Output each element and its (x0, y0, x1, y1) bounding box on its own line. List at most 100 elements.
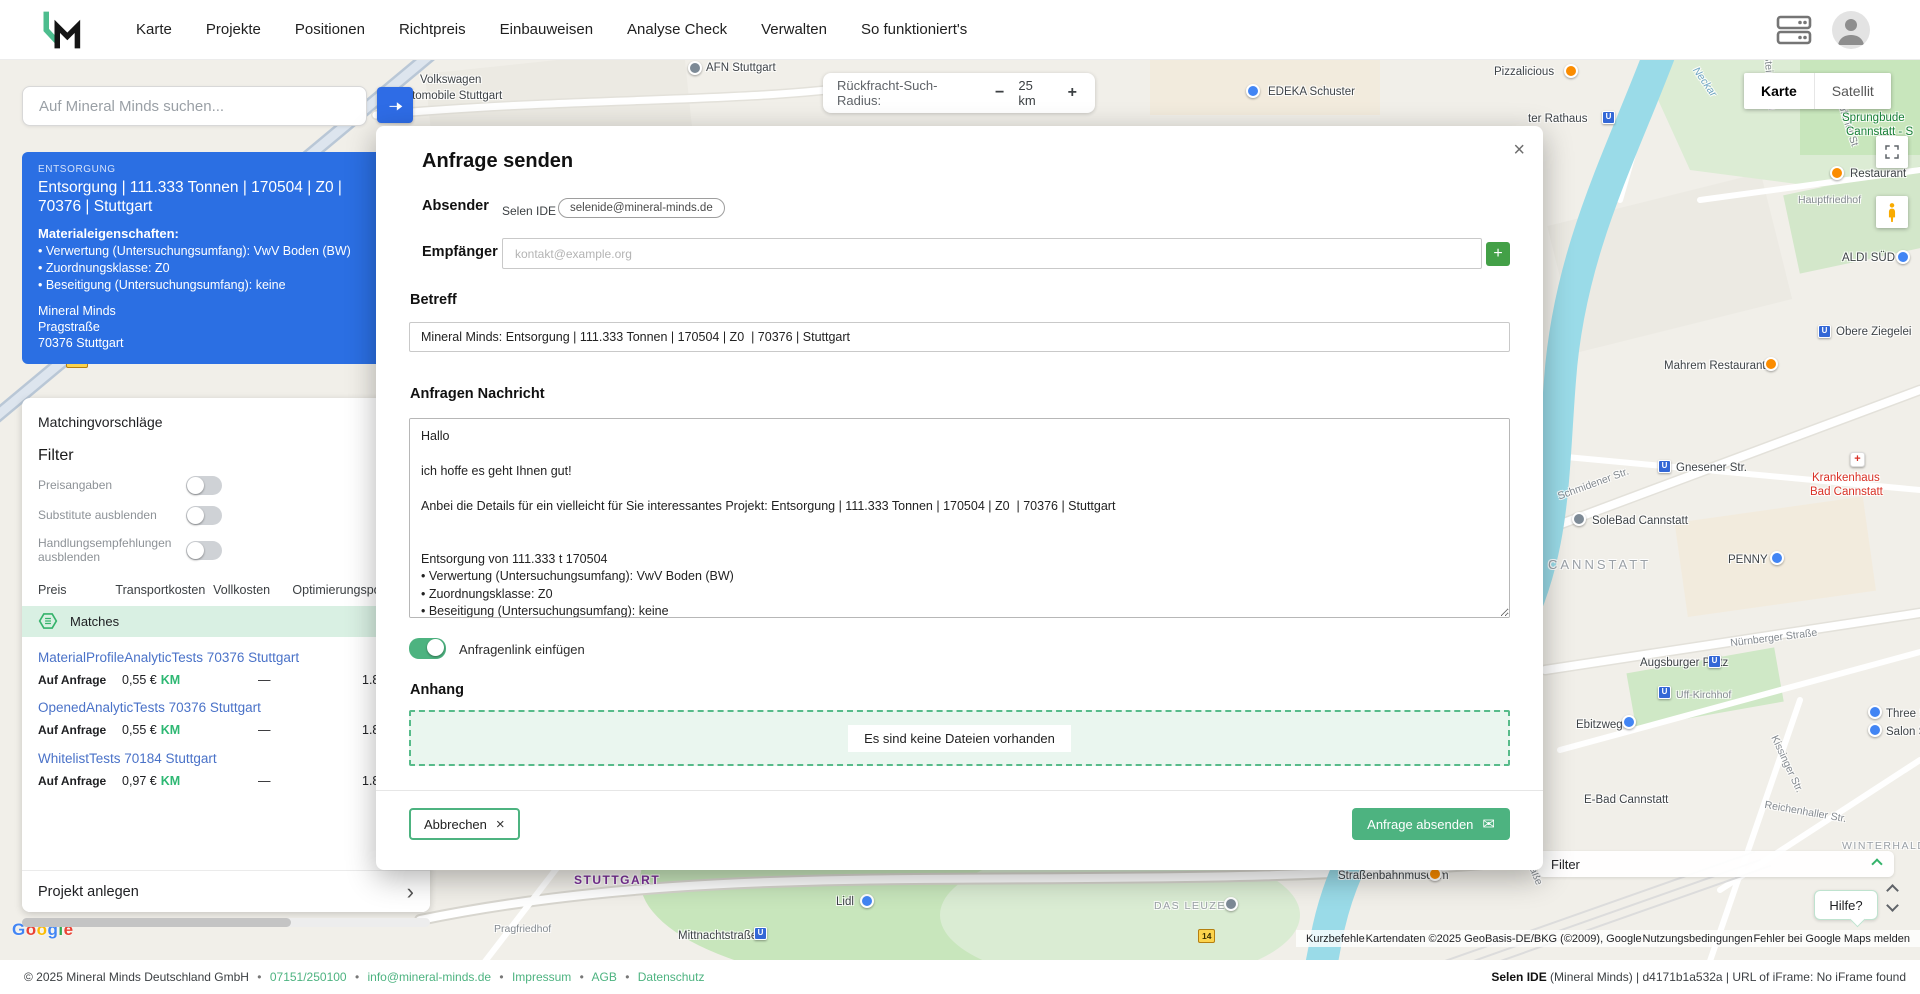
message-label: Anfragen Nachricht (410, 386, 545, 402)
envelope-icon: ✉ (1482, 815, 1495, 833)
toggle-handlungsempfehlungen[interactable] (186, 541, 222, 560)
request-link-toggle-label: Anfragenlink einfügen (459, 642, 585, 657)
map-type-karte[interactable]: Karte (1744, 73, 1814, 109)
help-button[interactable]: Hilfe? (1814, 890, 1878, 920)
request-link-toggle[interactable] (409, 638, 446, 659)
fullscreen-icon (1883, 143, 1901, 161)
cancel-label: Abbrechen (424, 817, 487, 832)
directions-button[interactable] (377, 87, 413, 123)
server-list-icon[interactable] (1774, 15, 1814, 45)
nav-item-positionen[interactable]: Positionen (295, 21, 365, 38)
footer-datenschutz-link[interactable]: Datenschutz (638, 970, 705, 984)
message-textarea[interactable]: Hallo ich hoffe es geht Ihnen gut! Anbei… (409, 418, 1510, 618)
match-row: Auf Anfrage 0,97 €KM — 1.808 (38, 774, 414, 788)
radius-value: 25 km (1018, 78, 1053, 108)
filter-heading: Filter (38, 447, 414, 465)
search-input[interactable] (23, 87, 366, 125)
attribution-kurzbefehle[interactable]: Kurzbefehle (1306, 933, 1365, 945)
match-vollkosten: — (228, 774, 314, 788)
match-price: Auf Anfrage (38, 723, 122, 737)
nav-item-so-funktionierts[interactable]: So funktioniert's (861, 21, 967, 38)
subject-input[interactable] (409, 322, 1510, 352)
toggle-preisangaben[interactable] (186, 476, 222, 495)
match-link[interactable]: OpenedAnalyticTests 70376 Stuttgart (38, 700, 414, 715)
toggle-substitute[interactable] (186, 506, 222, 525)
radius-decrease-button[interactable]: − (991, 84, 1008, 102)
company-city: 70376 Stuttgart (38, 336, 414, 350)
company-street: Pragstraße (38, 320, 414, 334)
nav-item-verwalten[interactable]: Verwalten (761, 21, 827, 38)
transport-unit: KM (161, 673, 180, 687)
attachment-dropzone[interactable]: Es sind keine Dateien vorhanden (409, 710, 1510, 766)
project-title: Entsorgung | 111.333 Tonnen | 170504 | Z… (38, 178, 414, 217)
match-row: Auf Anfrage 0,55 €KM — 1.855 (38, 723, 414, 737)
mineral-minds-logo[interactable] (38, 8, 82, 52)
sender-email-chip: selenide@mineral-minds.de (558, 198, 725, 218)
chevron-right-icon: › (407, 881, 414, 903)
add-recipient-button[interactable]: + (1486, 242, 1510, 266)
subject-label: Betreff (410, 292, 457, 308)
nav-item-richtpreis[interactable]: Richtpreis (399, 21, 466, 38)
map-filter-drawer-handle[interactable]: Filter (1538, 851, 1894, 877)
attachment-label: Anhang (410, 682, 464, 698)
radius-increase-button[interactable]: + (1064, 84, 1081, 102)
send-request-button[interactable]: Anfrage absenden ✉ (1352, 808, 1510, 840)
top-navigation: Karte Projekte Positionen Richtpreis Ein… (0, 0, 1920, 60)
footer-agb-link[interactable]: AGB (592, 970, 617, 984)
panel-horizontal-scrollbar-thumb[interactable] (22, 918, 291, 927)
cancel-button[interactable]: Abbrechen × (409, 808, 520, 840)
attribution-fehler-melden[interactable]: Fehler bei Google Maps melden (1753, 933, 1910, 945)
nav-item-analyse-check[interactable]: Analyse Check (627, 21, 727, 38)
project-type-tag: ENTSORGUNG (38, 164, 414, 175)
nav-item-einbauweisen[interactable]: Einbauweisen (500, 21, 593, 38)
match-transport: 0,97 €KM (122, 774, 228, 788)
session-details: (Mineral Minds) | d4171b1a532a | URL of … (1547, 970, 1906, 984)
toggle-label-preisangaben: Preisangaben (38, 478, 186, 492)
match-link[interactable]: WhitelistTests 70184 Stuttgart (38, 751, 414, 766)
match-price: Auf Anfrage (38, 774, 122, 788)
user-avatar[interactable] (1832, 11, 1870, 49)
match-vollkosten: — (228, 673, 314, 687)
transport-unit: KM (161, 774, 180, 788)
recipient-input[interactable] (502, 238, 1482, 269)
close-icon[interactable]: × (1513, 140, 1525, 160)
footer-legal: © 2025 Mineral Minds Deutschland GmbH • … (24, 970, 704, 984)
map-type-satellit[interactable]: Satellit (1814, 73, 1891, 109)
panel-horizontal-scrollbar-track[interactable] (22, 918, 430, 927)
pegman-button[interactable] (1876, 196, 1908, 228)
filter-bar-label: Filter (1551, 857, 1580, 872)
create-project-label: Projekt anlegen (38, 884, 139, 900)
close-icon: × (496, 816, 505, 833)
match-row: Auf Anfrage 0,55 €KM — 1.855 (38, 673, 414, 687)
footer-email-link[interactable]: info@mineral-minds.de (367, 970, 491, 984)
project-summary-card[interactable]: ENTSORGUNG Entsorgung | 111.333 Tonnen |… (22, 152, 430, 364)
send-label: Anfrage absenden (1367, 817, 1473, 832)
col-transportkosten: Transportkosten (115, 583, 213, 597)
matches-hexagon-icon (38, 611, 58, 631)
match-transport: 0,55 €KM (122, 723, 228, 737)
nav-item-projekte[interactable]: Projekte (206, 21, 261, 38)
matches-label: Matches (70, 614, 119, 629)
fullscreen-button[interactable] (1876, 136, 1908, 168)
material-props-heading: Materialeigenschaften: (38, 226, 414, 241)
page-footer: © 2025 Mineral Minds Deutschland GmbH • … (0, 960, 1920, 994)
map-type-switcher: Karte Satellit (1744, 73, 1891, 109)
dialog-title: Anfrage senden (422, 150, 573, 173)
session-user: Selen IDE (1491, 970, 1546, 984)
chevron-up-icon (1886, 884, 1899, 897)
match-vollkosten: — (228, 723, 314, 737)
footer-impressum-link[interactable]: Impressum (512, 970, 571, 984)
footer-phone-link[interactable]: 07151/250100 (270, 970, 347, 984)
attribution-nutzungsbedingungen[interactable]: Nutzungsbedingungen (1643, 933, 1753, 945)
map-tilt-control[interactable] (1888, 886, 1897, 910)
company-name: Mineral Minds (38, 304, 414, 318)
match-link[interactable]: MaterialProfileAnalyticTests 70376 Stutt… (38, 650, 414, 665)
sender-label: Absender (422, 198, 489, 214)
nav-item-karte[interactable]: Karte (136, 21, 172, 38)
pegman-icon (1884, 202, 1900, 222)
transport-unit: KM (161, 723, 180, 737)
material-prop: • Zuordnungsklasse: Z0 (38, 261, 414, 275)
matching-panel: Matchingvorschläge Filter Preisangaben S… (22, 398, 430, 912)
create-project-button[interactable]: Projekt anlegen › (22, 870, 430, 912)
matches-section-header[interactable]: Matches (22, 606, 430, 637)
